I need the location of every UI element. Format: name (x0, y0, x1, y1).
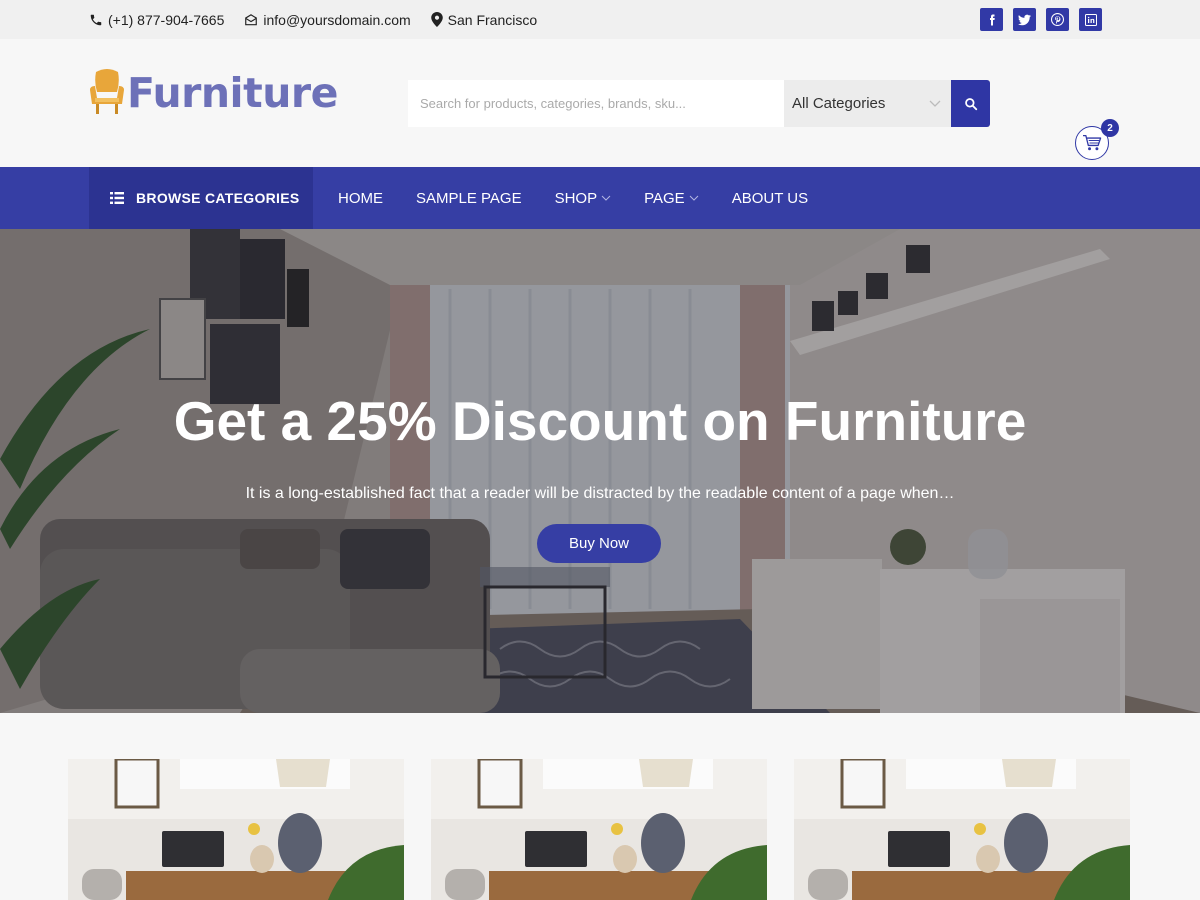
product-image (794, 759, 1130, 900)
search-icon (964, 97, 977, 110)
list-icon (110, 192, 124, 204)
email-address: info@yoursdomain.com (263, 11, 411, 28)
chevron-down-icon (929, 100, 941, 107)
phone-number: (+1) 877-904-7665 (108, 11, 225, 28)
nav-item-label: HOME (338, 189, 383, 207)
nav-item-page[interactable]: PAGE (644, 190, 699, 207)
facebook-button[interactable] (980, 8, 1003, 31)
cart-button[interactable]: 2 (1075, 119, 1119, 160)
nav-item-home[interactable]: HOME (338, 190, 383, 207)
pinterest-button[interactable] (1046, 8, 1069, 31)
twitter-icon (1018, 14, 1031, 25)
envelope-open-icon (245, 13, 258, 25)
browse-categories-button[interactable]: BROWSE CATEGORIES (89, 167, 313, 229)
logo-text: Furniture (127, 68, 338, 117)
twitter-button[interactable] (1013, 8, 1036, 31)
nav-item-label: PAGE (644, 189, 685, 207)
product-card[interactable] (68, 759, 404, 900)
pinterest-icon (1051, 13, 1064, 26)
hero-banner: Get a 25% Discount on Furniture It is a … (0, 229, 1200, 713)
search-button[interactable] (951, 80, 990, 127)
chevron-down-icon (689, 195, 699, 201)
nav-item-about-us[interactable]: ABOUT US (732, 190, 808, 207)
category-select-value: All Categories (792, 95, 886, 112)
nav-item-label: ABOUT US (731, 189, 809, 207)
product-card[interactable] (794, 759, 1130, 900)
chevron-down-icon (601, 195, 611, 201)
product-card[interactable] (431, 759, 767, 900)
site-header: Furniture All Categories 2 (0, 39, 1200, 167)
product-search: All Categories (408, 80, 990, 127)
category-select[interactable]: All Categories (784, 80, 951, 127)
location-text: San Francisco (447, 11, 538, 28)
site-logo[interactable]: Furniture (89, 68, 338, 118)
search-input[interactable] (408, 80, 784, 127)
nav-menu: HOME SAMPLE PAGE SHOP PAGE ABOUT US (338, 167, 841, 229)
linkedin-icon (1084, 13, 1097, 26)
cart-count-badge: 2 (1101, 119, 1119, 137)
nav-item-label: SHOP (554, 189, 598, 207)
linkedin-button[interactable] (1079, 8, 1102, 31)
hero-overlay (0, 229, 1200, 713)
social-links (980, 8, 1102, 31)
armchair-logo-icon (90, 69, 124, 114)
map-pin-icon (430, 12, 443, 27)
product-image (68, 759, 404, 900)
facebook-icon (989, 14, 995, 25)
phone-icon (90, 14, 102, 25)
product-grid (0, 713, 1200, 900)
product-image (431, 759, 767, 900)
shopping-cart-icon (1083, 134, 1102, 151)
phone-contact[interactable]: (+1) 877-904-7665 (89, 12, 224, 28)
nav-item-label: SAMPLE PAGE (416, 189, 522, 207)
top-bar: (+1) 877-904-7665 info@yoursdomain.com S… (0, 0, 1200, 39)
hero-subtitle: It is a long-established fact that a rea… (245, 485, 955, 502)
browse-categories-label: BROWSE CATEGORIES (136, 190, 300, 206)
nav-item-sample-page[interactable]: SAMPLE PAGE (416, 190, 522, 207)
buy-now-button[interactable]: Buy Now (537, 524, 661, 563)
hero-title: Get a 25% Discount on Furniture (173, 390, 1027, 452)
nav-item-shop[interactable]: SHOP (555, 190, 612, 207)
main-nav: BROWSE CATEGORIES HOME SAMPLE PAGE SHOP … (0, 167, 1200, 229)
location-contact: San Francisco (430, 11, 538, 28)
email-contact[interactable]: info@yoursdomain.com (244, 11, 411, 28)
contact-info: (+1) 877-904-7665 info@yoursdomain.com S… (89, 0, 537, 39)
